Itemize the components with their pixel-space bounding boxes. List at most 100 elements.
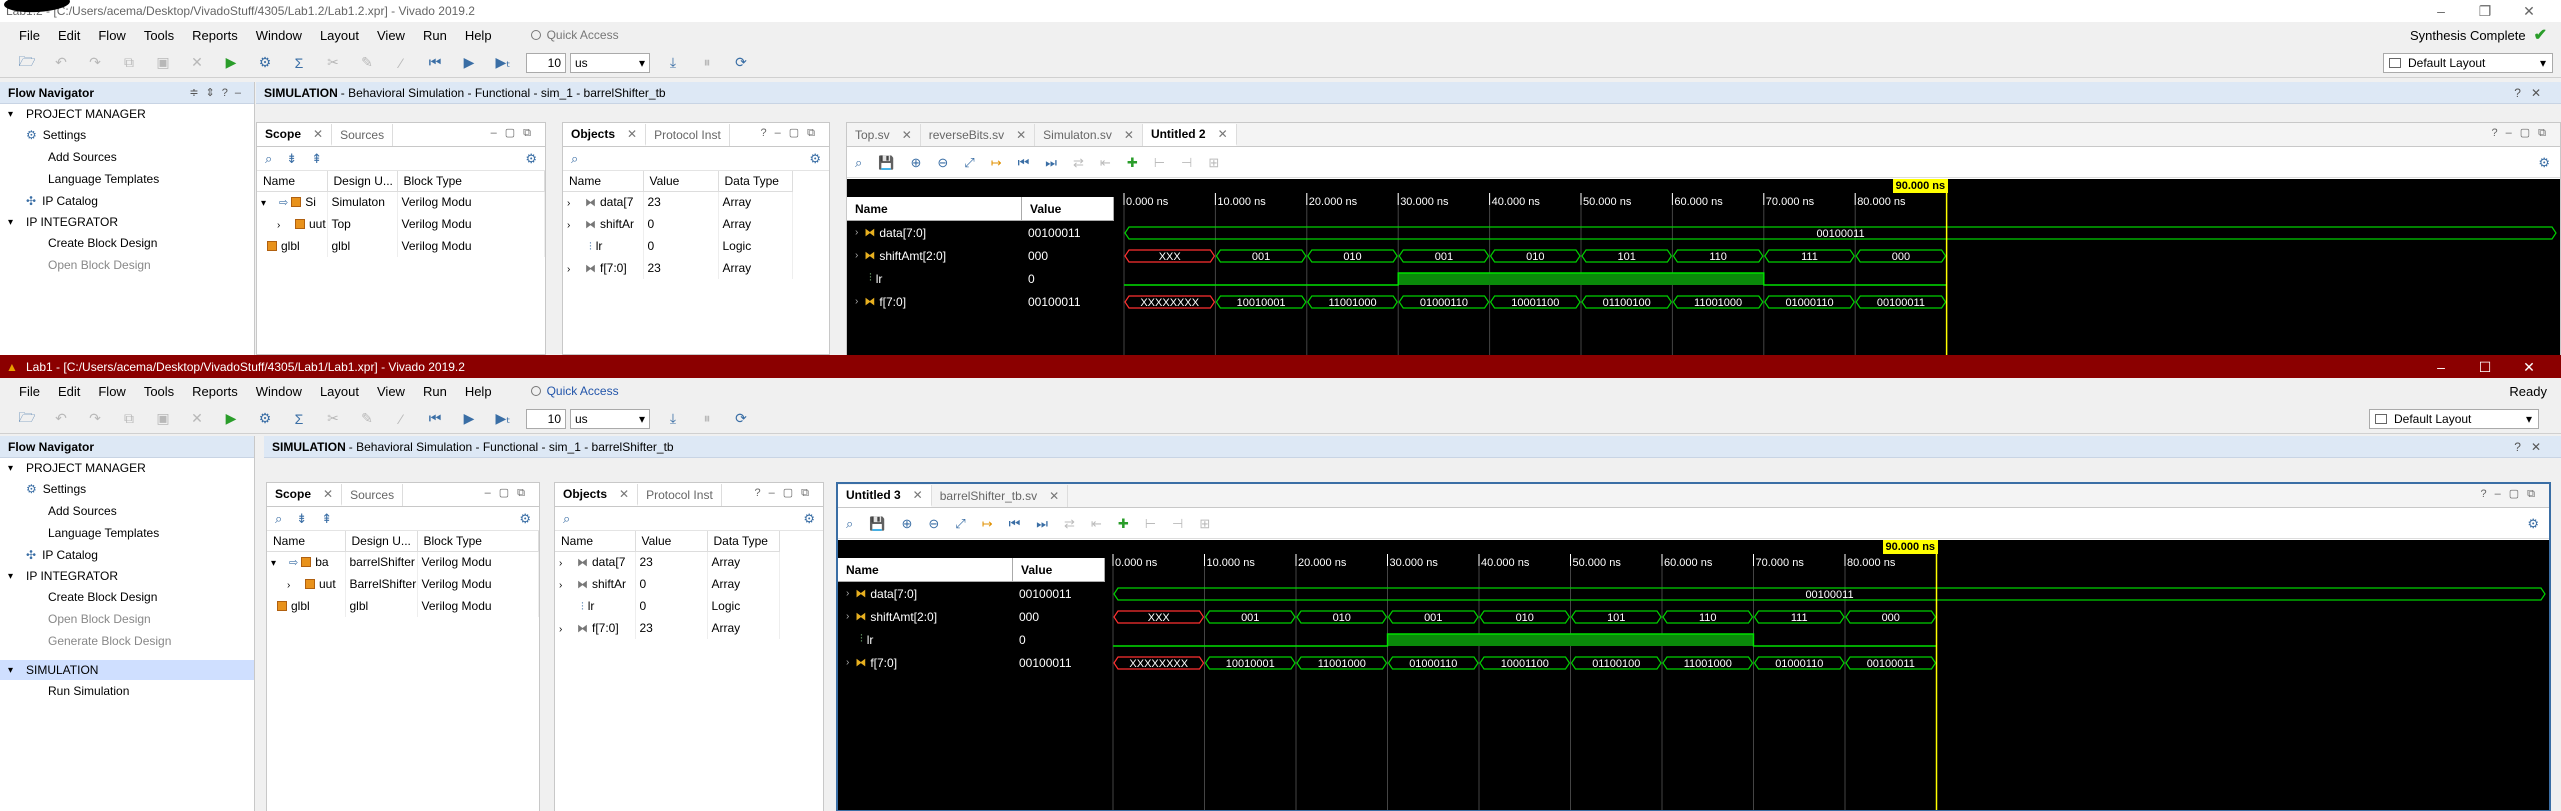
menu-file[interactable]: File xyxy=(10,384,49,399)
sigma-icon[interactable]: Σ xyxy=(288,53,310,73)
signal-row[interactable]: › ⧓ data[7:0] 00100011 xyxy=(838,582,1105,605)
close-icon[interactable]: ✕ xyxy=(313,127,323,141)
col-value[interactable]: Value xyxy=(635,531,708,552)
table-row[interactable]: ⫶ lr 0 Logic xyxy=(563,235,793,257)
nav-open-block-design[interactable]: Open Block Design xyxy=(0,254,254,276)
tab-barrelshifter-tb-sv[interactable]: barrelShifter_tb.sv ✕ xyxy=(932,485,1069,507)
gear-icon[interactable]: ⚙ xyxy=(2538,155,2550,171)
gear-icon[interactable]: ⚙ xyxy=(809,151,821,167)
run-icon[interactable]: ▶ xyxy=(220,409,242,429)
quick-access-search[interactable]: Quick Access xyxy=(530,25,681,45)
nav-language-templates[interactable]: Language Templates xyxy=(0,522,254,544)
delete-icon[interactable]: ✕ xyxy=(186,409,208,429)
tab-scope[interactable]: Scope ✕ xyxy=(257,124,333,146)
undo-icon[interactable]: ↶ xyxy=(50,409,72,429)
cursor-icon[interactable]: ↦ xyxy=(991,155,1002,171)
pause-icon[interactable]: ⏸ xyxy=(696,53,718,73)
tab-untitled-2[interactable]: Untitled 2 ✕ xyxy=(1142,124,1237,146)
delete-icon[interactable]: ✕ xyxy=(186,53,208,73)
table-row[interactable]: ⫶ lr 0 Logic xyxy=(555,595,780,617)
run-icon[interactable]: ▶ xyxy=(220,53,242,73)
snap-icon[interactable]: ⊞ xyxy=(1199,516,1210,532)
cursor-icon[interactable]: ↦ xyxy=(982,516,993,532)
run-all-icon[interactable]: ▶ xyxy=(458,53,480,73)
run-unit-select[interactable]: us xyxy=(570,52,650,73)
tab-sources[interactable]: Sources xyxy=(342,484,404,506)
tab-top-sv[interactable]: Top.sv ✕ xyxy=(847,124,921,146)
sigma-icon[interactable]: Σ xyxy=(288,409,310,429)
snap-icon[interactable]: ⊞ xyxy=(1208,155,1219,171)
col-name[interactable]: Name xyxy=(838,558,1013,581)
nav-language-templates[interactable]: Language Templates xyxy=(0,168,254,190)
menu-help[interactable]: Help xyxy=(456,28,501,43)
minimize-icon[interactable]: – xyxy=(2419,3,2463,19)
restart-icon[interactable]: ⏮ xyxy=(424,53,446,73)
prev-marker-icon[interactable]: ⊢ xyxy=(1145,516,1156,532)
settings-gear-icon[interactable]: ⚙ xyxy=(254,409,276,429)
menu-window[interactable]: Window xyxy=(247,28,311,43)
section-ip-integrator[interactable]: ▾ IP INTEGRATOR xyxy=(0,566,254,586)
menu-edit[interactable]: Edit xyxy=(49,28,89,43)
panel-controls[interactable]: –▢⧉ xyxy=(485,486,533,500)
menu-view[interactable]: View xyxy=(368,384,414,399)
expand-icon[interactable]: › xyxy=(855,250,858,261)
table-row[interactable]: › ⧓ data[7 23 Array xyxy=(563,191,793,213)
tab-objects[interactable]: Objects ✕ xyxy=(563,124,647,146)
signal-row[interactable]: › ⧓ shiftAmt[2:0] 000 xyxy=(847,244,1114,267)
close-icon[interactable]: ✕ xyxy=(2507,3,2551,20)
table-row[interactable]: › ⧓ f[7:0] 23 Array xyxy=(563,257,793,279)
relaunch-icon[interactable]: ⟳ xyxy=(730,409,752,429)
collapse-all-icon[interactable]: ⇟ xyxy=(296,511,307,527)
close-icon[interactable]: ✕ xyxy=(323,487,333,501)
table-row[interactable]: › ⧓ data[7 23 Array xyxy=(555,551,780,573)
redo-icon[interactable]: ↷ xyxy=(84,409,106,429)
prev-marker-icon[interactable]: ⊢ xyxy=(1154,155,1165,171)
gear-icon[interactable]: ⚙ xyxy=(519,511,531,527)
menu-layout[interactable]: Layout xyxy=(311,28,368,43)
menu-flow[interactable]: Flow xyxy=(89,384,134,399)
nav-add-sources[interactable]: Add Sources xyxy=(0,146,254,168)
restart-icon[interactable]: ⏮ xyxy=(424,409,446,429)
close-icon[interactable]: ✕ xyxy=(1124,128,1134,142)
col-name[interactable]: Name xyxy=(267,531,346,552)
expand-all-icon[interactable]: ⇞ xyxy=(311,151,322,167)
open-project-icon[interactable]: 🗁 xyxy=(16,409,38,429)
menu-run[interactable]: Run xyxy=(414,384,456,399)
menu-window[interactable]: Window xyxy=(247,384,311,399)
go-end-icon[interactable]: ⏭ xyxy=(1036,516,1048,532)
pencil-icon[interactable]: ✎ xyxy=(356,409,378,429)
menu-run[interactable]: Run xyxy=(414,28,456,43)
swap-icon[interactable]: ⇄ xyxy=(1064,516,1075,532)
next-marker-icon[interactable]: ⊣ xyxy=(1172,516,1183,532)
expand-icon[interactable]: › xyxy=(855,296,858,307)
zoom-out-icon[interactable]: ⊖ xyxy=(928,516,939,532)
col-design-unit[interactable]: Design U... xyxy=(327,171,398,192)
col-data-type[interactable]: Data Type xyxy=(718,171,793,192)
prev-edge-icon[interactable]: ⇤ xyxy=(1100,155,1111,171)
gear-icon[interactable]: ⚙ xyxy=(525,151,537,167)
layout-select[interactable]: Default Layout xyxy=(2369,409,2539,429)
search-icon[interactable]: ⌕ xyxy=(855,155,862,171)
menu-edit[interactable]: Edit xyxy=(49,384,89,399)
panel-controls[interactable]: ?–▢⧉ xyxy=(755,486,817,500)
gear-icon[interactable]: ⚙ xyxy=(2527,516,2539,532)
menu-view[interactable]: View xyxy=(368,28,414,43)
undo-icon[interactable]: ↶ xyxy=(50,53,72,73)
header-controls[interactable]: ?✕ xyxy=(2514,440,2551,454)
swap-icon[interactable]: ⇄ xyxy=(1073,155,1084,171)
settings-gear-icon[interactable]: ⚙ xyxy=(254,53,276,73)
col-name[interactable]: Name xyxy=(257,171,328,192)
close-icon[interactable]: ✕ xyxy=(627,127,637,141)
menu-tools[interactable]: Tools xyxy=(135,28,183,43)
zoom-in-icon[interactable]: ⊕ xyxy=(901,516,912,532)
waveform-timeline[interactable]: 0.000 ns 10.000 ns 20.000 ns 30.000 ns 40.00… xyxy=(1118,179,2560,355)
collapse-all-icon[interactable]: ⇟ xyxy=(286,151,297,167)
col-value[interactable]: Value xyxy=(643,171,719,192)
pencil-icon[interactable]: ✎ xyxy=(356,53,378,73)
section-ip-integrator[interactable]: ▾ IP INTEGRATOR xyxy=(0,212,254,232)
table-row[interactable]: › ⧓ shiftAr 0 Array xyxy=(563,213,793,235)
section-project-manager[interactable]: ▾ PROJECT MANAGER xyxy=(0,458,254,478)
table-row[interactable]: › uut BarrelShifter Verilog Modu xyxy=(267,573,539,595)
search-icon[interactable]: ⌕ xyxy=(571,151,578,167)
zoom-in-icon[interactable]: ⊕ xyxy=(910,155,921,171)
